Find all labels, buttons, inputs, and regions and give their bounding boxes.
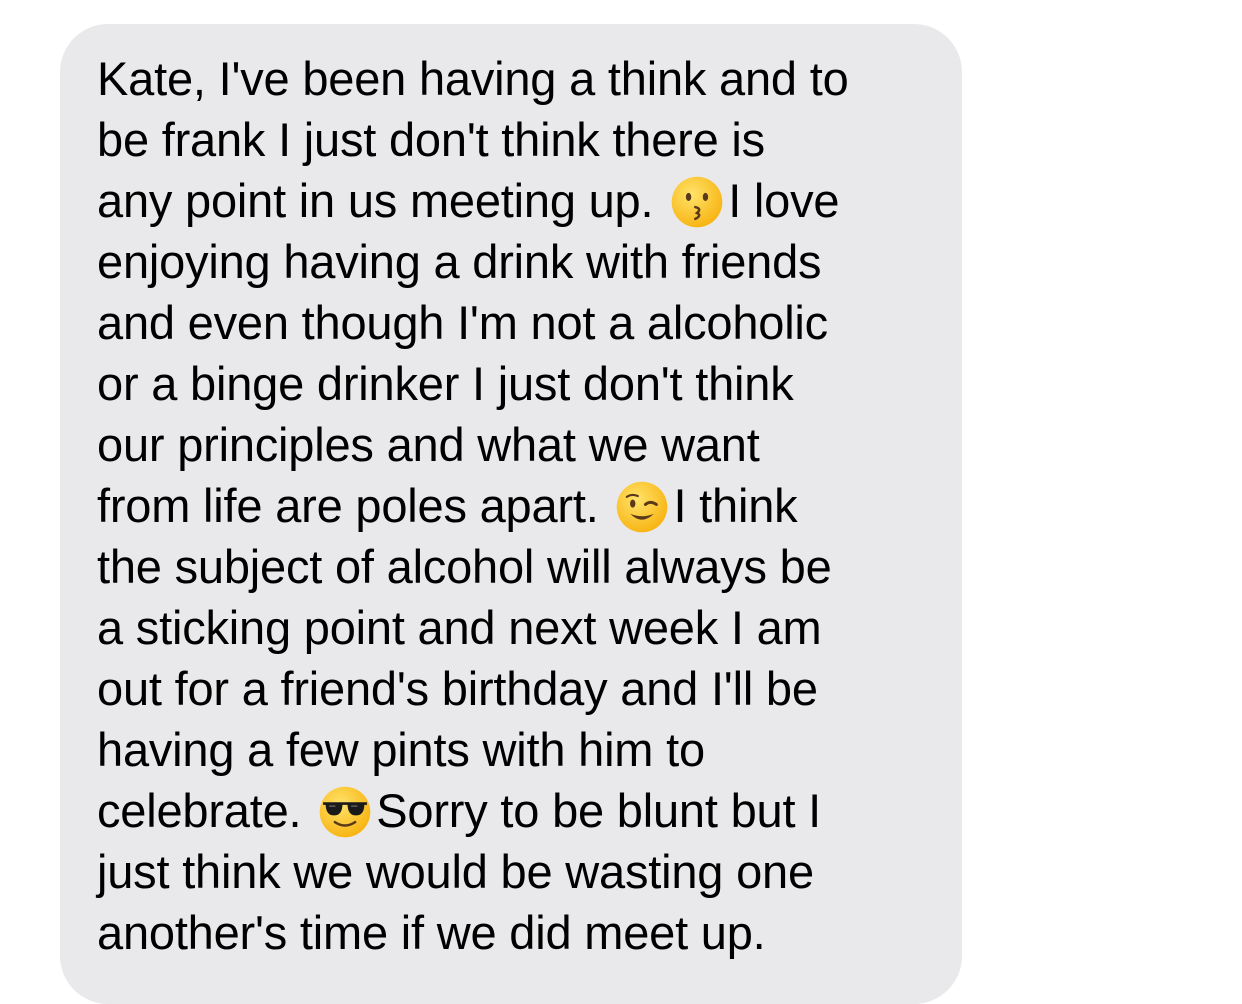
- message-line: enjoying having a drink with friends: [97, 235, 822, 288]
- message-line: just think we would be wasting one: [97, 845, 814, 898]
- message-line: Kate, I've been having a think and to: [97, 52, 849, 105]
- message-line: any point in us meeting up. I love: [97, 174, 840, 228]
- message-line: a sticking point and next week I am: [97, 601, 822, 654]
- message-line: the subject of alcohol will always be: [97, 540, 832, 593]
- message-line: and even though I'm not a alcoholic: [97, 296, 828, 349]
- message-text: Kate, I've been having a think and to be…: [97, 48, 849, 963]
- message-line: be frank I just don't think there is: [97, 113, 765, 166]
- winking-face-icon: [617, 481, 668, 533]
- message-line: having a few pints with him to: [97, 723, 705, 776]
- message-line: from life are poles apart. I think: [97, 479, 798, 533]
- message-line: out for a friend's birthday and I'll be: [97, 662, 818, 715]
- message-line: celebrate. Sorry to be blunt but I: [97, 784, 822, 838]
- message-line: our principles and what we want: [97, 418, 760, 471]
- sunglasses-face-icon: [319, 786, 371, 838]
- kissing-face-icon: [671, 176, 723, 228]
- message-line: another's time if we did meet up.: [97, 906, 766, 959]
- message-line: or a binge drinker I just don't think: [97, 357, 794, 410]
